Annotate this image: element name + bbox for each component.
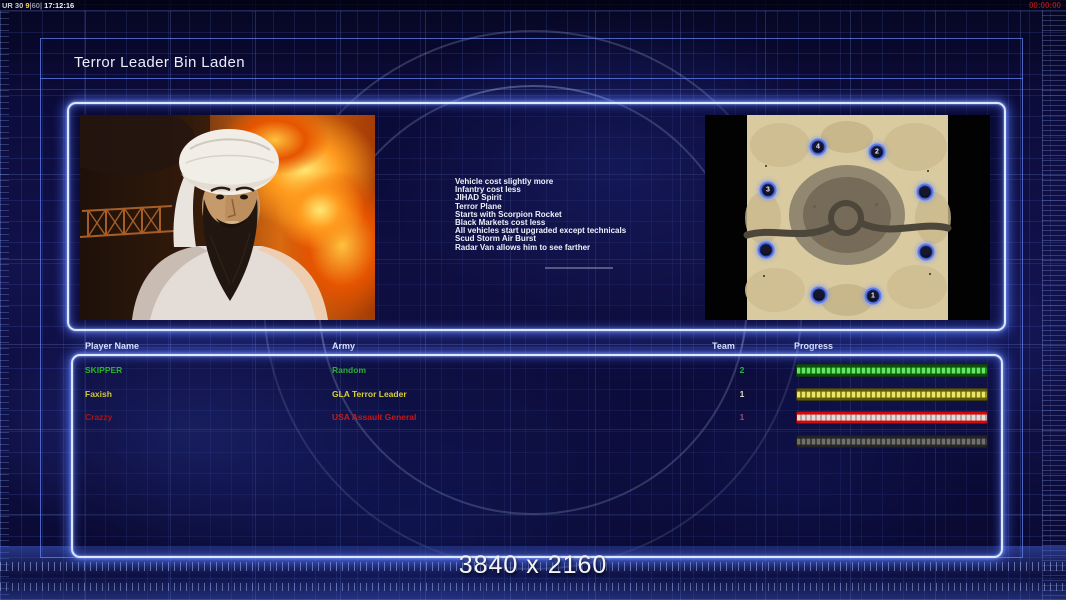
player-army: GLA Terror Leader <box>332 388 407 399</box>
column-header-progress: Progress <box>794 341 834 351</box>
player-progress-bar <box>796 387 988 401</box>
start-position-number: 1 <box>871 292 875 300</box>
start-position-marker: 3 <box>759 181 777 199</box>
resolution-label: 3840 x 2160 <box>458 551 608 579</box>
player-name: Crazzy <box>85 412 113 423</box>
player-rows: SKIPPER Random 2 Faxish GLA Terror Leade… <box>71 354 1003 558</box>
start-position-number: 2 <box>875 148 879 156</box>
start-position-marker: 4 <box>809 138 827 156</box>
start-position-marker: 1 <box>864 287 882 305</box>
column-header-army: Army <box>332 341 356 351</box>
start-position-marker <box>916 183 934 201</box>
debug-text-segment: 17:12:16 <box>42 1 75 10</box>
player-row: Crazzy USA Assault General 1 <box>71 411 1003 426</box>
debug-text-segment: UR 30 <box>2 1 26 10</box>
debug-overlay-text: UR 30 9|60| 17:12:16 <box>2 1 74 10</box>
player-row: SKIPPER Random 2 <box>71 364 1003 379</box>
player-progress-bar <box>796 435 988 449</box>
player-row: Faxish GLA Terror Leader 1 <box>71 387 1003 403</box>
loading-screen: UR 30 9|60| 17:12:16 00:00:00 Terror Lea… <box>0 0 1066 600</box>
ability-line: Radar Van allows him to see farther <box>455 242 591 252</box>
player-team: 1 <box>739 412 745 423</box>
general-portrait <box>80 115 375 320</box>
start-position-marker: 2 <box>868 143 886 161</box>
player-name: SKIPPER <box>85 365 123 375</box>
start-position-marker <box>917 243 935 261</box>
abilities-list: Vehicle cost slightly more Infantry cost … <box>455 177 715 252</box>
debug-text-segment: |60| <box>29 1 43 10</box>
start-position-number: 4 <box>816 143 820 151</box>
right-ruler <box>1042 0 1066 600</box>
player-army: USA Assault General <box>332 412 417 423</box>
column-header-team: Team <box>712 341 735 351</box>
player-progress-bar <box>796 411 988 425</box>
left-ruler <box>0 0 9 600</box>
match-timer: 00:00:00 <box>1028 1 1061 10</box>
start-position-marker <box>757 241 775 259</box>
start-position-number: 3 <box>766 186 770 194</box>
general-title: Terror Leader Bin Laden <box>74 54 245 71</box>
player-row <box>71 435 1003 450</box>
player-army: Random <box>332 365 366 375</box>
player-progress-bar <box>796 364 988 377</box>
player-team: 2 <box>739 365 745 375</box>
player-name: Faxish <box>85 388 112 399</box>
bottom-ruler-ticks-lower <box>0 583 1066 591</box>
top-hud-strip <box>0 0 1066 11</box>
column-header-player-name: Player Name <box>85 341 140 351</box>
title-divider <box>40 78 1023 79</box>
start-position-marker <box>810 286 828 304</box>
player-team: 1 <box>739 388 745 399</box>
map-preview: 4 2 3 1 <box>705 115 990 320</box>
